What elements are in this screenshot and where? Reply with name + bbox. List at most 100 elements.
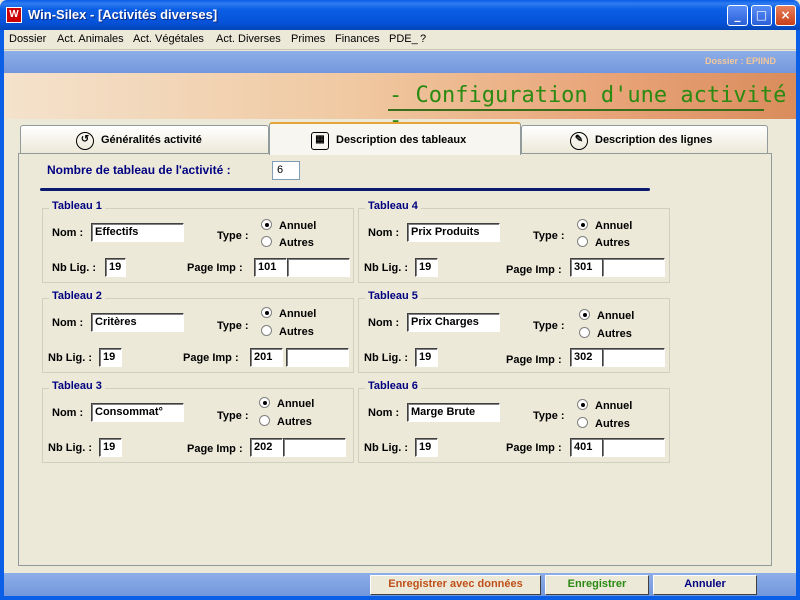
- group-tableau-2: Tableau 2 Nom : Critères Type : Annuel A…: [42, 290, 354, 373]
- menu-help[interactable]: ?: [420, 33, 426, 45]
- menu-act-diverses[interactable]: Act. Diverses: [216, 33, 281, 45]
- radio-autres[interactable]: Autres: [259, 415, 312, 428]
- page-imp-extra-input[interactable]: [283, 438, 346, 457]
- nb-lig-input[interactable]: 19: [105, 258, 126, 277]
- nom-input[interactable]: Effectifs: [91, 223, 184, 242]
- menu-act-vegetales[interactable]: Act. Végétales: [133, 33, 204, 45]
- minimize-button[interactable]: _: [727, 5, 748, 26]
- nom-input[interactable]: Prix Produits: [407, 223, 500, 242]
- page-imp-label: Page Imp :: [183, 352, 239, 364]
- radio-autres[interactable]: Autres: [261, 325, 314, 338]
- group-title: Tableau 4: [365, 200, 421, 212]
- nb-lig-label: Nb Lig. :: [364, 352, 408, 364]
- page-imp-input[interactable]: 301: [570, 258, 603, 277]
- radio-unchecked-icon: [577, 417, 588, 428]
- nb-lig-input[interactable]: 19: [415, 438, 438, 457]
- type-label: Type :: [533, 230, 565, 242]
- radio-checked-icon: [577, 219, 588, 230]
- nom-label: Nom :: [52, 407, 84, 419]
- radio-annuel[interactable]: Annuel: [261, 307, 316, 320]
- type-label: Type :: [217, 410, 249, 422]
- tab-description-lignes[interactable]: ✎ Description des lignes: [521, 125, 768, 153]
- radio-annuel[interactable]: Annuel: [261, 219, 316, 232]
- title-underline: [388, 109, 764, 111]
- radio-checked-icon: [577, 399, 588, 410]
- group-tableau-6: Tableau 6 Nom : Marge Brute Type : Annue…: [358, 380, 670, 463]
- nb-lig-label: Nb Lig. :: [48, 442, 92, 454]
- page-imp-extra-input[interactable]: [286, 348, 349, 367]
- nom-label: Nom :: [52, 317, 84, 329]
- page-imp-input[interactable]: 401: [570, 438, 603, 457]
- type-label: Type :: [217, 230, 249, 242]
- page-imp-input[interactable]: 302: [570, 348, 603, 367]
- radio-annuel[interactable]: Annuel: [577, 399, 632, 412]
- menu-pde[interactable]: PDE_: [389, 33, 418, 45]
- page-imp-label: Page Imp :: [506, 442, 562, 454]
- header-banner: - Configuration d'une activité -: [4, 73, 796, 133]
- window-title: Win-Silex - [Activités diverses]: [28, 7, 218, 22]
- tab-generalites[interactable]: ↺ Généralités activité: [20, 125, 269, 153]
- page-imp-label: Page Imp :: [187, 262, 243, 274]
- group-title: Tableau 3: [49, 380, 105, 392]
- nom-label: Nom :: [368, 227, 400, 239]
- radio-checked-icon: [259, 397, 270, 408]
- nom-label: Nom :: [368, 317, 400, 329]
- menu-act-animales[interactable]: Act. Animales: [57, 33, 124, 45]
- nb-tableaux-label: Nombre de tableau de l'activité :: [47, 163, 231, 177]
- radio-checked-icon: [261, 307, 272, 318]
- page-imp-extra-input[interactable]: [602, 438, 665, 457]
- radio-unchecked-icon: [259, 415, 270, 426]
- maximize-button[interactable]: □: [751, 5, 772, 26]
- nom-input[interactable]: Prix Charges: [407, 313, 500, 332]
- radio-annuel[interactable]: Annuel: [579, 309, 634, 322]
- group-title: Tableau 2: [49, 290, 105, 302]
- page-imp-input[interactable]: 202: [250, 438, 283, 457]
- group-tableau-4: Tableau 4 Nom : Prix Produits Type : Ann…: [358, 200, 670, 283]
- radio-autres[interactable]: Autres: [579, 327, 632, 340]
- radio-checked-icon: [261, 219, 272, 230]
- nom-input[interactable]: Consommat°: [91, 403, 184, 422]
- menu-dossier[interactable]: Dossier: [9, 33, 46, 45]
- nb-tableaux-input[interactable]: 6: [272, 161, 300, 180]
- nom-label: Nom :: [52, 227, 84, 239]
- cancel-button[interactable]: Annuler: [653, 575, 757, 595]
- dossier-label: Dossier : EPIIND: [704, 56, 776, 66]
- nb-lig-label: Nb Lig. :: [364, 262, 408, 274]
- tab-description-tableaux[interactable]: ▦ Description des tableaux: [269, 122, 521, 155]
- radio-unchecked-icon: [261, 325, 272, 336]
- page-imp-extra-input[interactable]: [602, 258, 665, 277]
- nb-lig-label: Nb Lig. :: [52, 262, 96, 274]
- dossier-bar: Dossier : EPIIND: [4, 51, 796, 73]
- radio-unchecked-icon: [261, 236, 272, 247]
- menu-primes[interactable]: Primes: [291, 33, 325, 45]
- type-label: Type :: [533, 320, 565, 332]
- radio-autres[interactable]: Autres: [577, 417, 630, 430]
- title-bar: W Win-Silex - [Activités diverses] _ □ ×: [0, 0, 800, 30]
- nom-label: Nom :: [368, 407, 400, 419]
- type-label: Type :: [217, 320, 249, 332]
- page-imp-extra-input[interactable]: [287, 258, 350, 277]
- group-title: Tableau 6: [365, 380, 421, 392]
- nb-lig-label: Nb Lig. :: [48, 352, 92, 364]
- radio-autres[interactable]: Autres: [577, 236, 630, 249]
- page-imp-input[interactable]: 101: [254, 258, 287, 277]
- nb-lig-input[interactable]: 19: [415, 258, 438, 277]
- page-imp-extra-input[interactable]: [602, 348, 665, 367]
- nom-input[interactable]: Critères: [91, 313, 184, 332]
- radio-annuel[interactable]: Annuel: [259, 397, 314, 410]
- page-imp-input[interactable]: 201: [250, 348, 283, 367]
- nb-lig-label: Nb Lig. :: [364, 442, 408, 454]
- separator-line: [40, 188, 650, 191]
- close-button[interactable]: ×: [775, 5, 796, 26]
- nom-input[interactable]: Marge Brute: [407, 403, 500, 422]
- tab-label: Description des tableaux: [336, 134, 467, 146]
- radio-autres[interactable]: Autres: [261, 236, 314, 249]
- save-with-data-button[interactable]: Enregistrer avec données: [370, 575, 541, 595]
- nb-lig-input[interactable]: 19: [99, 348, 122, 367]
- nb-lig-input[interactable]: 19: [99, 438, 122, 457]
- menu-finances[interactable]: Finances: [335, 33, 380, 45]
- nb-lig-input[interactable]: 19: [415, 348, 438, 367]
- save-button[interactable]: Enregistrer: [545, 575, 649, 595]
- page-imp-label: Page Imp :: [506, 264, 562, 276]
- radio-annuel[interactable]: Annuel: [577, 219, 632, 232]
